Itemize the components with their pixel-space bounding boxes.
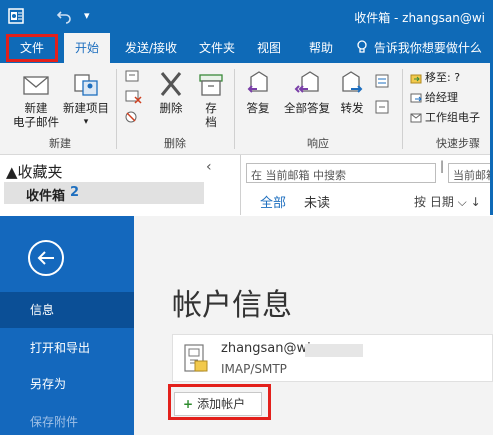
new-items-icon (74, 74, 98, 96)
ribbon-home: 新建 电子邮件 新建项目 ▾ 新建 删除 存 档 删除 答复 全部答复 转发 响… (0, 63, 493, 155)
chevron-down-icon: ⌵ (457, 195, 467, 209)
reply-all-button[interactable]: 全部答复 (280, 69, 334, 115)
quick-step-label: 移至: ? (425, 71, 461, 84)
archive-label-2: 档 (205, 115, 217, 129)
more-respond-buttons[interactable] (372, 73, 394, 119)
page-title: 帐户信息 (172, 288, 292, 323)
add-account-highlight (168, 384, 271, 420)
tell-me-box[interactable]: 告诉我你想要做什么 (356, 33, 482, 63)
redacted-block (305, 344, 363, 357)
favorites-inbox[interactable]: 收件箱 2 (4, 182, 204, 204)
favorites-label: 收藏夹 (17, 163, 63, 181)
sort-direction-icon[interactable]: ↓ (471, 195, 481, 209)
folder-and-list-header: ▲收藏夹 ‹ 收件箱 2 在 当前邮箱 中搜索 | 当前邮箱 全部 未读 按 日… (0, 155, 493, 215)
new-email-label-1: 新建 (24, 101, 48, 115)
group-label-quick-steps: 快速步骤 (436, 137, 480, 150)
mail-forward-icon (410, 93, 422, 103)
account-icon (181, 343, 211, 378)
archive-label-1: 存 (205, 101, 217, 115)
forward-button[interactable]: 转发 (334, 69, 370, 115)
forward-label: 转发 (340, 101, 364, 115)
cleanup-buttons[interactable] (120, 67, 148, 129)
delete-label: 删除 (159, 101, 183, 115)
ignore-cleanup-junk-icons (125, 70, 142, 123)
tab-send-receive[interactable]: 发送/接收 (118, 33, 184, 63)
backstage-item-open-export[interactable]: 打开和导出 (0, 330, 134, 366)
tab-home[interactable]: 开始 (64, 33, 110, 63)
collapse-pane-icon[interactable]: ‹ (206, 159, 212, 175)
meeting-more-icons (375, 74, 389, 114)
customize-quick-access-icon[interactable]: ▾ (84, 8, 90, 24)
account-selector[interactable]: zhangsan@wi n.cn IMAP/SMTP (172, 334, 493, 382)
tab-help[interactable]: 帮助 (304, 33, 338, 63)
group-separator (234, 69, 235, 149)
tab-view[interactable]: 视图 (252, 33, 286, 63)
unread-count-badge: 2 (70, 185, 80, 200)
window-title: 收件箱 - zhangsan@wi (354, 11, 485, 25)
pane-divider (240, 155, 241, 215)
reply-button[interactable]: 答复 (238, 69, 278, 115)
archive-icon (199, 74, 223, 96)
backstage-nav: 信息 打开和导出 另存为 保存附件 (0, 216, 134, 435)
account-type: IMAP/SMTP (221, 362, 287, 376)
group-separator (402, 69, 403, 149)
delete-button[interactable]: 删除 (152, 69, 190, 115)
backstage-item-save-as[interactable]: 另存为 (0, 366, 134, 402)
new-email-button[interactable]: 新建 电子邮件 (10, 69, 62, 129)
search-scope-dropdown[interactable]: 当前邮箱 (448, 163, 493, 183)
dropdown-arrow-icon: ▾ (83, 117, 89, 127)
quick-step-team-email[interactable]: 工作组电子 (410, 111, 480, 125)
reply-all-icon (294, 71, 319, 93)
sort-by-date[interactable]: 按 日期 ⌵ ↓ (414, 193, 481, 210)
backstage-item-save-attachments[interactable]: 保存附件 (0, 404, 134, 435)
backstage-item-info[interactable]: 信息 (0, 292, 134, 328)
group-label-delete: 删除 (164, 137, 186, 150)
new-items-label: 新建项目 (63, 101, 109, 115)
folder-move-icon (410, 74, 422, 84)
quick-step-label: 给经理 (425, 91, 458, 104)
new-email-label-2: 电子邮件 (13, 115, 59, 129)
team-email-icon (410, 113, 422, 123)
group-label-respond: 响应 (307, 137, 329, 150)
filter-unread-tab[interactable]: 未读 (304, 192, 330, 211)
file-tab-highlight (6, 34, 58, 62)
reply-all-label: 全部答复 (284, 101, 330, 115)
sort-label: 按 日期 (414, 195, 454, 209)
quick-step-move-to[interactable]: 移至: ? (410, 71, 460, 85)
back-arrow-icon (37, 251, 54, 265)
quick-step-label: 工作组电子 (425, 111, 480, 124)
delete-x-icon (160, 72, 182, 96)
lightbulb-icon (356, 35, 370, 53)
tell-me-label: 告诉我你想要做什么 (373, 41, 482, 55)
title-bar: ▾ 收件箱 - zhangsan@wi (0, 0, 493, 33)
outlook-logo-icon[interactable] (8, 8, 24, 28)
new-items-button[interactable]: 新建项目 ▾ (60, 69, 112, 129)
favorites-header[interactable]: ▲收藏夹 (6, 161, 63, 182)
group-separator (116, 69, 117, 149)
back-button[interactable] (28, 240, 64, 276)
archive-button[interactable]: 存 档 (192, 69, 230, 129)
backstage-view: 信息 打开和导出 另存为 保存附件 帐户信息 zhangsan@wi n.cn … (0, 216, 493, 435)
new-email-icon (23, 76, 49, 95)
forward-icon (342, 71, 363, 93)
inbox-label: 收件箱 (26, 189, 66, 204)
reply-label: 答复 (246, 101, 270, 115)
quick-step-to-manager[interactable]: 给经理 (410, 91, 458, 105)
reply-icon (247, 71, 268, 93)
filter-all-tab[interactable]: 全部 (260, 192, 286, 211)
ribbon-tab-bar: 文件 开始 发送/接收 文件夹 视图 帮助 告诉我你想要做什么 (0, 33, 493, 63)
group-label-new: 新建 (49, 137, 71, 150)
search-input[interactable]: 在 当前邮箱 中搜索 (246, 163, 436, 183)
outlook-main-window: ▾ 收件箱 - zhangsan@wi 文件 开始 发送/接收 文件夹 视图 帮… (0, 0, 493, 215)
tab-folder[interactable]: 文件夹 (192, 33, 242, 63)
search-scope-divider: | (440, 159, 445, 173)
undo-icon[interactable] (56, 8, 72, 28)
